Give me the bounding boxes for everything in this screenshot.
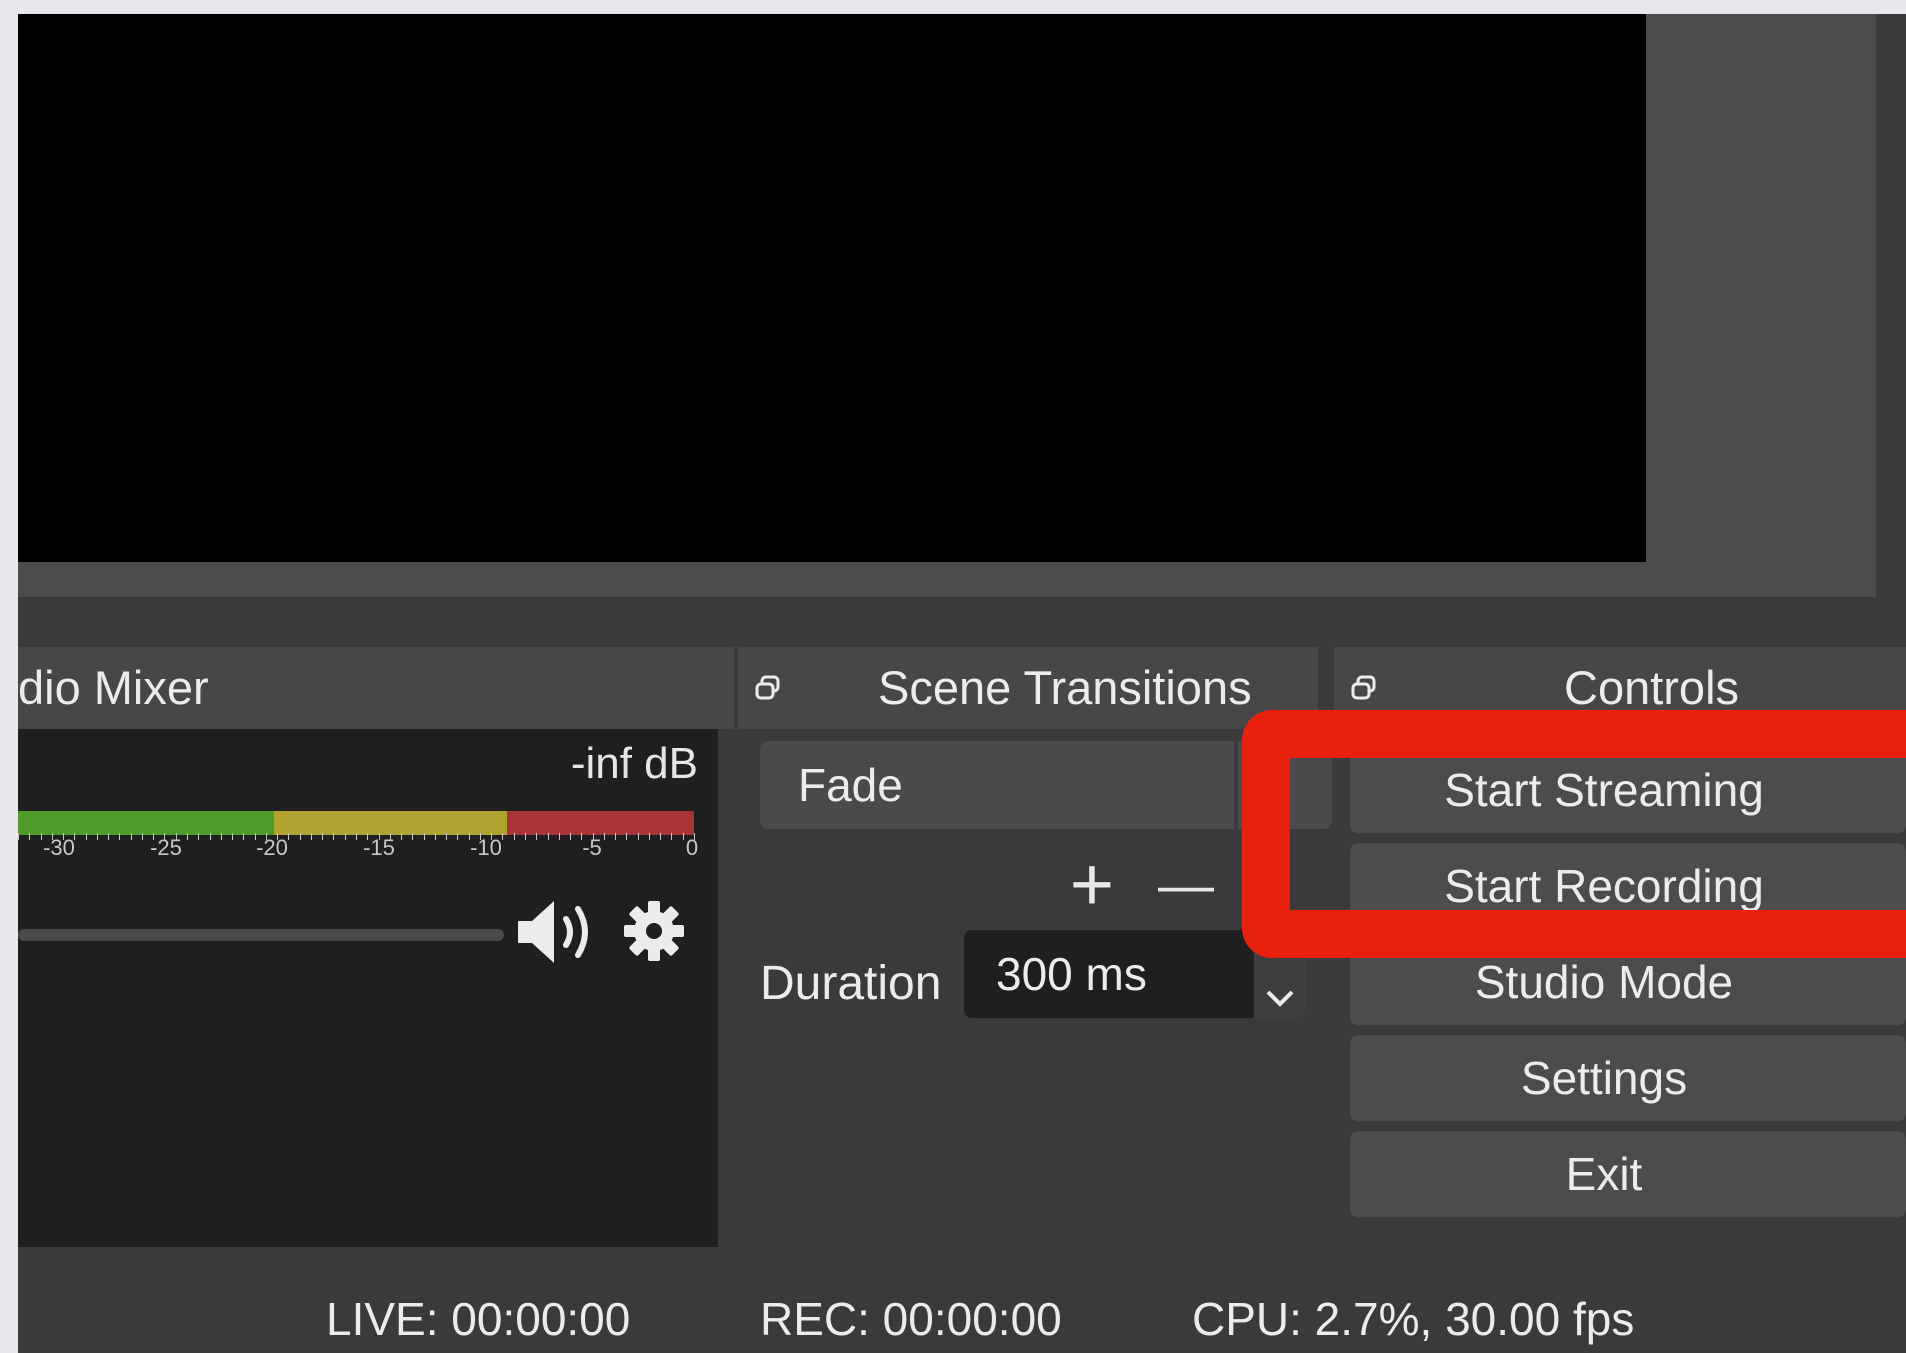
scale-minor-tick <box>570 833 572 840</box>
scale-minor-tick <box>322 833 324 840</box>
scale-minor-tick <box>153 833 155 840</box>
meter-red-segment <box>507 811 694 835</box>
scale-minor-tick <box>513 833 515 840</box>
scale-minor-tick <box>401 833 403 840</box>
scale-minor-tick <box>299 833 301 840</box>
scale-minor-tick <box>108 833 110 840</box>
scale-minor-tick <box>592 833 594 840</box>
scale-minor-tick <box>63 833 65 840</box>
scale-minor-tick <box>694 833 695 840</box>
scale-minor-tick <box>74 833 76 840</box>
scale-minor-tick <box>603 833 605 840</box>
remove-transition-button[interactable]: — <box>1146 850 1226 926</box>
scene-transitions-title: Scene Transitions <box>878 661 1252 714</box>
scale-minor-tick <box>175 833 177 840</box>
scale-tick: -10 <box>470 835 502 860</box>
scale-minor-tick <box>288 833 290 840</box>
scale-minor-tick <box>18 833 19 840</box>
scale-minor-tick <box>412 833 414 840</box>
meter-green-segment <box>18 811 274 835</box>
scale-minor-tick <box>626 833 628 840</box>
scale-minor-tick <box>243 833 245 840</box>
scale-minor-tick <box>457 833 459 840</box>
scale-minor-tick <box>85 833 87 840</box>
obs-window: dio Mixer -inf dB -30 -25 -20 -15 -10 -5… <box>18 14 1906 1353</box>
scale-tick: -25 <box>150 835 182 860</box>
scale-minor-tick <box>277 833 279 840</box>
live-status: LIVE: 00:00:00 <box>326 1293 631 1345</box>
scale-minor-tick <box>40 833 42 840</box>
preview-area <box>18 14 1876 597</box>
preview-canvas[interactable] <box>18 14 1646 562</box>
scale-minor-tick <box>648 833 650 840</box>
select-divider <box>1234 741 1238 829</box>
scale-minor-tick <box>356 833 357 840</box>
scale-minor-tick <box>660 833 662 840</box>
audio-mixer-title: dio Mixer <box>18 661 209 714</box>
gear-icon[interactable] <box>622 899 686 963</box>
scale-minor-tick <box>378 833 380 840</box>
scale-minor-tick <box>558 833 560 840</box>
float-icon[interactable] <box>1350 674 1378 702</box>
scale-minor-tick <box>491 833 493 840</box>
scale-minor-tick <box>434 833 436 840</box>
scale-minor-tick <box>671 833 673 840</box>
scale-tick: 0 <box>685 835 699 860</box>
scale-minor-tick <box>581 833 583 840</box>
rec-status: REC: 00:00:00 <box>760 1293 1062 1345</box>
scale-minor-tick <box>310 833 312 840</box>
volume-level-readout: -inf dB <box>570 739 698 788</box>
scale-minor-tick <box>536 833 538 840</box>
scale-minor-tick <box>265 833 267 840</box>
scale-minor-tick <box>446 833 448 840</box>
scale-minor-tick <box>344 833 346 840</box>
audio-mixer-title-bar: dio Mixer <box>18 647 734 729</box>
scale-minor-tick <box>51 833 53 840</box>
scale-minor-tick <box>130 833 132 840</box>
scale-minor-tick <box>423 833 425 840</box>
scale-minor-tick <box>96 833 98 840</box>
duration-label: Duration <box>760 957 942 1010</box>
highlight-box <box>1242 710 1906 958</box>
volume-meter <box>18 811 694 835</box>
scale-minor-tick <box>367 833 369 840</box>
meter-scale: -30 -25 -20 -15 -10 -5 0 <box>18 833 698 871</box>
cpu-status: CPU: 2.7%, 30.00 fps <box>1192 1293 1635 1345</box>
speaker-icon[interactable] <box>516 897 602 967</box>
meter-yellow-segment <box>274 811 507 835</box>
scale-minor-tick <box>141 833 143 840</box>
add-transition-button[interactable]: + <box>1052 847 1132 926</box>
scale-minor-tick <box>29 833 31 840</box>
scale-minor-tick <box>525 833 526 840</box>
volume-slider[interactable] <box>18 929 504 941</box>
settings-button[interactable]: Settings <box>1350 1035 1906 1121</box>
scale-minor-tick <box>468 833 470 840</box>
audio-mixer-panel: -inf dB -30 -25 -20 -15 -10 -5 0 <box>18 729 718 1247</box>
exit-button[interactable]: Exit <box>1350 1131 1906 1217</box>
scale-minor-tick <box>389 833 391 840</box>
duration-value: 300 ms <box>996 948 1147 1000</box>
scale-tick: -30 <box>43 835 75 860</box>
scale-minor-tick <box>220 833 222 840</box>
scale-minor-tick <box>254 833 256 840</box>
scale-minor-tick <box>682 833 684 840</box>
scale-minor-tick <box>232 833 234 840</box>
scale-minor-tick <box>198 833 200 840</box>
scale-minor-tick <box>637 833 639 840</box>
scale-minor-tick <box>209 833 211 840</box>
float-icon[interactable] <box>754 674 782 702</box>
scale-minor-tick <box>164 833 166 840</box>
scale-minor-tick <box>187 833 188 840</box>
transition-select-value: Fade <box>798 759 903 811</box>
scale-minor-tick <box>615 833 617 840</box>
scale-minor-tick <box>547 833 549 840</box>
scale-tick: -20 <box>256 835 288 860</box>
scale-minor-tick <box>502 833 504 840</box>
scene-transitions-title-bar: Scene Transitions <box>738 647 1318 729</box>
scale-minor-tick <box>333 833 335 840</box>
scale-minor-tick <box>479 833 481 840</box>
scale-minor-tick <box>119 833 121 840</box>
